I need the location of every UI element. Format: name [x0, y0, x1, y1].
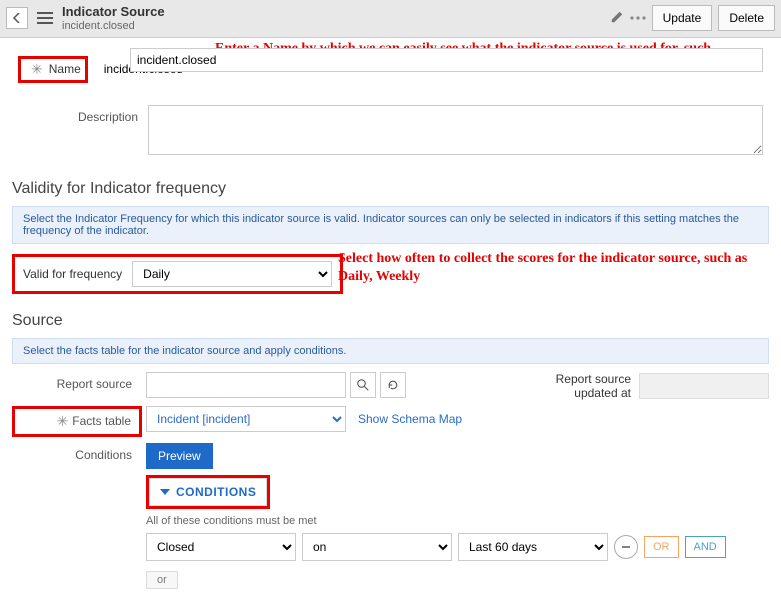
or-separator: or [146, 571, 178, 589]
condition-operator-select[interactable]: on [302, 533, 452, 561]
facts-table-select[interactable]: Incident [incident] [146, 406, 346, 432]
required-icon: ✳ [31, 61, 43, 78]
update-button[interactable]: Update [652, 5, 713, 31]
back-button[interactable] [6, 7, 28, 29]
conditions-toggle[interactable]: CONDITIONS [149, 478, 267, 506]
title-main: Indicator Source [62, 4, 165, 20]
required-icon: ✳ [57, 413, 69, 430]
description-label: Description [18, 105, 148, 124]
source-section-title: Source [12, 312, 781, 330]
form-header: Indicator Source incident.closed Update … [0, 0, 781, 38]
remove-condition-button[interactable] [614, 535, 638, 559]
report-updated-label: Report source updated at [521, 372, 631, 400]
more-icon[interactable] [630, 10, 646, 26]
name-label: Name [49, 62, 81, 76]
validity-section-title: Validity for Indicator frequency [12, 180, 781, 198]
page-title: Indicator Source incident.closed [62, 4, 165, 33]
description-input[interactable] [148, 105, 763, 155]
report-source-refresh-button[interactable] [380, 372, 406, 398]
or-button[interactable]: OR [644, 536, 679, 558]
valid-frequency-select[interactable]: Daily [132, 261, 332, 287]
valid-frequency-label: Valid for frequency [23, 267, 122, 281]
and-button[interactable]: AND [685, 536, 726, 558]
validity-info: Select the Indicator Frequency for which… [12, 206, 769, 244]
report-updated-value [639, 373, 769, 399]
valid-frequency-highlight: Valid for frequency Daily [12, 254, 343, 294]
chevron-down-icon [160, 487, 170, 497]
delete-button[interactable]: Delete [718, 5, 775, 31]
report-source-label: Report source [12, 372, 142, 391]
condition-value-select[interactable]: Last 60 days [458, 533, 608, 561]
conditions-toggle-label: CONDITIONS [176, 485, 256, 499]
edit-icon[interactable] [610, 10, 624, 27]
conditions-label: Conditions [12, 443, 142, 462]
preview-button[interactable]: Preview [146, 443, 213, 469]
report-source-lookup-button[interactable] [350, 372, 376, 398]
menu-icon[interactable] [34, 7, 56, 29]
name-input-full[interactable] [130, 48, 763, 72]
condition-row: Closed on Last 60 days OR AND [146, 533, 726, 561]
show-schema-link[interactable]: Show Schema Map [358, 412, 462, 426]
condition-field-select[interactable]: Closed [146, 533, 296, 561]
name-label-highlight: ✳ Name [18, 56, 88, 83]
title-sub: incident.closed [62, 20, 165, 33]
annotation-frequency: Select how often to collect the scores f… [338, 250, 768, 286]
conditions-message: All of these conditions must be met [146, 515, 726, 527]
facts-table-label: Facts table [72, 414, 131, 428]
facts-table-highlight: ✳ Facts table [12, 406, 142, 437]
source-info: Select the facts table for the indicator… [12, 338, 769, 364]
report-source-input[interactable] [146, 372, 346, 398]
conditions-toggle-highlight: CONDITIONS [146, 475, 270, 509]
